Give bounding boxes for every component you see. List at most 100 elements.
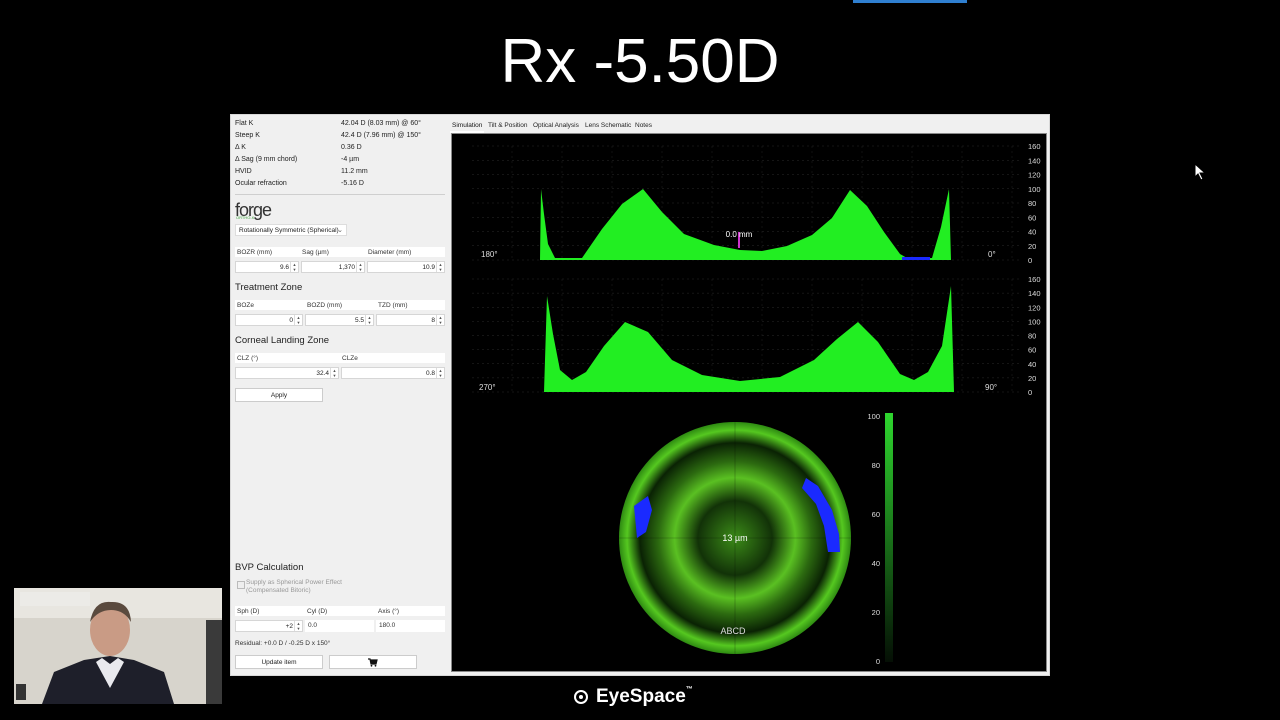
divider bbox=[235, 194, 445, 195]
boze-value: 0 bbox=[289, 317, 293, 324]
y-tick-label: 60 bbox=[1028, 213, 1036, 222]
spinner-arrows-icon[interactable]: ▲ ▼ bbox=[436, 315, 444, 325]
cyl-label: Cyl (D) bbox=[307, 608, 328, 615]
clz-input[interactable]: 32.4 ▲ ▼ bbox=[235, 367, 339, 379]
left-panel: Flat K 42.04 D (8.03 mm) @ 60° Steep K 42.4… bbox=[231, 115, 449, 675]
apply-button[interactable]: Apply bbox=[235, 388, 323, 402]
axis-value: 180.0 bbox=[379, 622, 396, 629]
clz-value: 32.4 bbox=[316, 370, 329, 377]
profile-180-0 bbox=[540, 189, 951, 260]
color-tick-label: 80 bbox=[872, 461, 880, 470]
y-tick-label: 0 bbox=[1028, 256, 1032, 265]
y-tick-label: 100 bbox=[1028, 185, 1041, 194]
update-item-button[interactable]: Update item bbox=[235, 655, 323, 669]
bozr-value: 9.6 bbox=[279, 264, 289, 271]
bozd-label: BOZD (mm) bbox=[307, 302, 343, 309]
y-tick-label: 120 bbox=[1028, 303, 1041, 312]
profile-270-90 bbox=[544, 286, 954, 392]
y-tick-label: 40 bbox=[1028, 228, 1036, 237]
slide-title: Rx -5.50D bbox=[500, 27, 780, 96]
measurement-label: Flat K bbox=[235, 120, 254, 127]
spinner-arrows-icon[interactable]: ▲ ▼ bbox=[365, 315, 373, 325]
simulation-view: 160 140 120 100 80 60 40 20 0 160 140 120 100 80 60 40 2… bbox=[451, 133, 1047, 672]
spinner-arrows-icon[interactable]: ▲ ▼ bbox=[330, 368, 338, 378]
presenter-image bbox=[14, 588, 222, 704]
tab-lens-schematic[interactable]: Lens Schematic bbox=[585, 122, 631, 129]
y-tick-label: 120 bbox=[1028, 171, 1041, 180]
y-tick-label: 100 bbox=[1028, 317, 1041, 326]
tzd-input[interactable]: 8 ▲ ▼ bbox=[376, 314, 445, 326]
y-tick-label: 20 bbox=[1028, 374, 1036, 383]
y-tick-label: 60 bbox=[1028, 346, 1036, 355]
sag-value: 1,370 bbox=[338, 264, 355, 271]
forge-logo-sub: ORTHO-K bbox=[236, 215, 255, 220]
y-tick-label: 80 bbox=[1028, 199, 1036, 208]
bozd-value: 5.5 bbox=[354, 317, 364, 324]
clze-label: CLZe bbox=[342, 355, 358, 362]
label-0: 0° bbox=[988, 250, 996, 259]
boze-input[interactable]: 0 ▲ ▼ bbox=[235, 314, 303, 326]
sag-label: Sag (µm) bbox=[302, 249, 329, 256]
eyespace-brand: EyeSpace™ bbox=[596, 686, 693, 708]
spinner-arrows-icon[interactable]: ▲ ▼ bbox=[436, 368, 444, 378]
color-tick-label: 20 bbox=[872, 608, 880, 617]
bozr-input[interactable]: 9.6 ▲ ▼ bbox=[235, 261, 299, 273]
spinner-arrows-icon[interactable]: ▲ ▼ bbox=[290, 262, 298, 272]
measurement-value: 11.2 mm bbox=[341, 168, 368, 175]
sph-value: +2 bbox=[285, 623, 293, 630]
design-type-select[interactable]: Rotationally Symmetric (Spherical) ⌄ bbox=[235, 224, 347, 236]
add-to-cart-button[interactable] bbox=[329, 655, 417, 669]
spherical-effect-checkbox[interactable] bbox=[237, 581, 245, 589]
boze-label: BOZe bbox=[237, 302, 254, 309]
tab-simulation[interactable]: Simulation bbox=[452, 122, 482, 129]
tzd-value: 8 bbox=[431, 317, 435, 324]
y-tick-label: 0 bbox=[1028, 388, 1032, 397]
y-tick-label: 40 bbox=[1028, 360, 1036, 369]
diameter-input[interactable]: 10.9 ▲ ▼ bbox=[367, 261, 445, 273]
spinner-arrows-icon[interactable]: ▲ ▼ bbox=[294, 315, 302, 325]
sph-input[interactable]: +2 ▲ ▼ bbox=[235, 620, 303, 632]
clze-input[interactable]: 0.8 ▲ ▼ bbox=[341, 367, 445, 379]
bozd-input[interactable]: 5.5 ▲ ▼ bbox=[305, 314, 374, 326]
measurement-value: 42.04 D (8.03 mm) @ 60° bbox=[341, 120, 421, 127]
clz-label: CLZ (°) bbox=[237, 355, 259, 362]
axis-label: Axis (°) bbox=[378, 608, 400, 615]
label-180: 180° bbox=[481, 250, 498, 259]
fluor-center-label: 13 µm bbox=[722, 533, 747, 543]
spinner-arrows-icon[interactable]: ▲ ▼ bbox=[356, 262, 364, 272]
eyespace-logo-dot bbox=[579, 695, 583, 699]
y-tick-label: 160 bbox=[1028, 275, 1041, 284]
spinner-arrows-icon[interactable]: ▲ ▼ bbox=[294, 621, 302, 631]
cyl-value: 0.0 bbox=[308, 622, 318, 629]
measurement-label: HVID bbox=[235, 168, 252, 175]
label-90: 90° bbox=[985, 383, 997, 392]
bozr-label: BOZR (mm) bbox=[237, 249, 273, 256]
top-accent-bar bbox=[853, 0, 967, 3]
tzd-label: TZD (mm) bbox=[378, 302, 408, 309]
tab-notes[interactable]: Notes bbox=[635, 122, 652, 129]
spinner-arrows-icon[interactable]: ▲ ▼ bbox=[436, 262, 444, 272]
fluor-bottom-label: ABCD bbox=[720, 626, 746, 636]
color-tick-label: 0 bbox=[876, 657, 880, 666]
bvp-title: BVP Calculation bbox=[235, 562, 304, 573]
color-scale-bar bbox=[885, 413, 893, 662]
measurement-label: Ocular refraction bbox=[235, 180, 287, 187]
y-tick-label: 80 bbox=[1028, 332, 1036, 341]
profile-blue-gap bbox=[902, 257, 930, 260]
measurement-label: Δ Sag (9 mm chord) bbox=[235, 156, 298, 163]
diameter-value: 10.9 bbox=[422, 264, 435, 271]
bvp-header-row bbox=[235, 606, 445, 616]
cart-icon bbox=[368, 658, 378, 667]
tab-tilt-position[interactable]: Tilt & Position bbox=[488, 122, 528, 129]
tab-optical-analysis[interactable]: Optical Analysis bbox=[533, 122, 579, 129]
treatment-zone-title: Treatment Zone bbox=[235, 282, 303, 293]
y-tick-label: 160 bbox=[1028, 142, 1041, 151]
y-tick-label: 20 bbox=[1028, 242, 1036, 251]
color-tick-label: 100 bbox=[867, 412, 880, 421]
main-panel: Simulation Tilt & Position Optical Analy… bbox=[450, 119, 1049, 673]
label-270: 270° bbox=[479, 383, 496, 392]
clze-value: 0.8 bbox=[425, 370, 435, 377]
sag-input[interactable]: 1,370 ▲ ▼ bbox=[301, 261, 365, 273]
clz-header-row bbox=[235, 353, 445, 363]
chevron-down-icon: ⌄ bbox=[337, 227, 343, 234]
